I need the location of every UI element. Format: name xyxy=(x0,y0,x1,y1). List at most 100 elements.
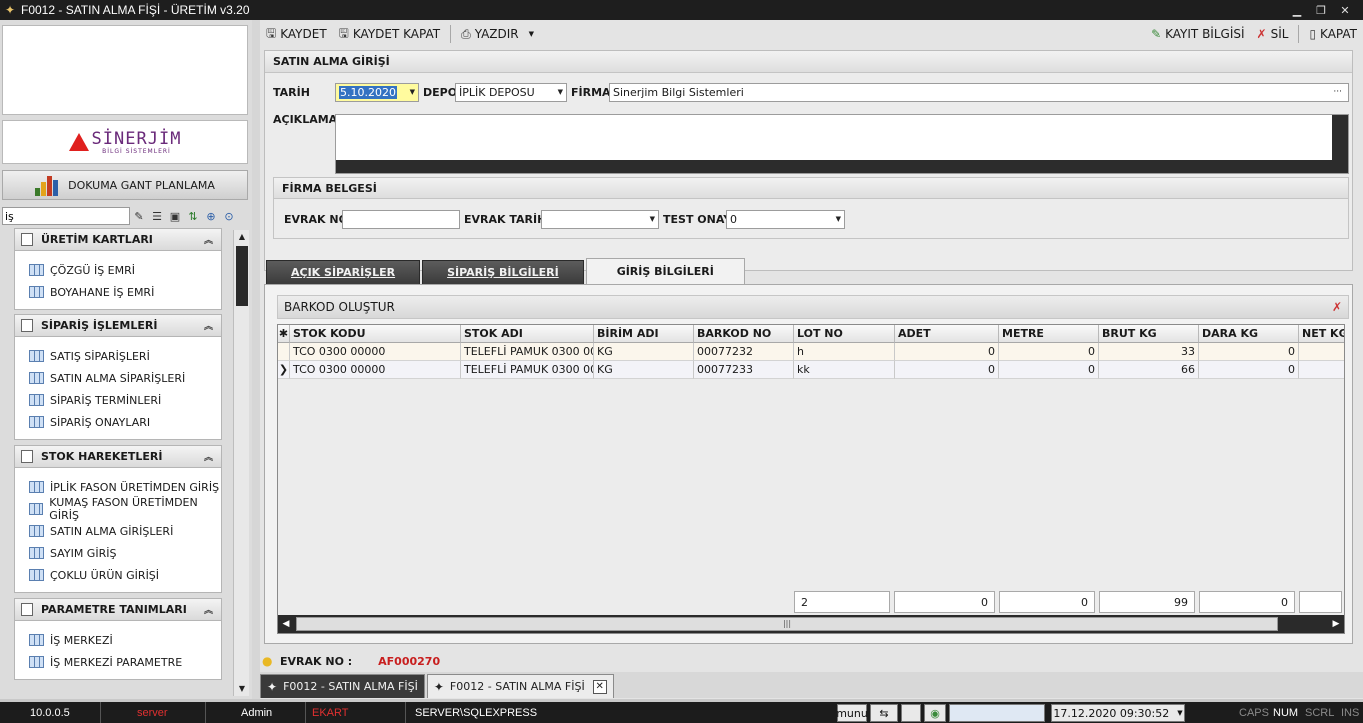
menu-group-siparis-islemleri: SİPARİŞ İŞLEMLERİ ︽ SATIŞ SİPARİŞLERİ SAT… xyxy=(14,314,222,440)
group-header[interactable]: STOK HAREKETLERİ ︽ xyxy=(15,446,221,468)
color-wheel-icon[interactable]: ◉ xyxy=(924,704,946,722)
ellipsis-button[interactable]: ··· xyxy=(1333,84,1342,101)
print-button[interactable]: ⎙ YAZDIR ▼ xyxy=(455,23,540,45)
row-indicator xyxy=(278,343,290,361)
clear-icon[interactable]: ✗ xyxy=(1332,300,1342,314)
save-button[interactable]: 🖫 KAYDET xyxy=(260,23,333,45)
status-tool-icon[interactable]: ⇆ xyxy=(870,704,898,722)
tab-giris-bilgileri[interactable]: GİRİŞ BİLGİLERİ xyxy=(585,258,745,284)
close-tab-icon[interactable]: ✕ xyxy=(592,679,607,694)
doc-tab-active[interactable]: ✦ F0012 - SATIN ALMA FİŞİ xyxy=(260,674,425,698)
doc-tab-second[interactable]: ✦ F0012 - SATIN ALMA FİŞİ ✕ xyxy=(426,674,614,698)
column-header[interactable]: BARKOD NO xyxy=(694,325,794,343)
minimize-icon[interactable]: ▁ xyxy=(1285,1,1309,19)
chevron-down-icon[interactable]: ▼ xyxy=(558,84,563,101)
group-header[interactable]: ÜRETİM KARTLARI ︽ xyxy=(15,229,221,251)
scroll-up-arrow-icon[interactable]: ▲ xyxy=(234,230,250,244)
dokuma-gant-button[interactable]: DOKUMA GANT PLANLAMA xyxy=(2,170,248,200)
firma-lookup-field[interactable]: Sinerjim Bilgi Sistemleri ··· xyxy=(609,83,1349,102)
save-close-button[interactable]: 🖫 KAYDET KAPAT xyxy=(333,23,446,45)
column-header[interactable]: BİRİM ADI xyxy=(594,325,694,343)
menu-item-satin-alma-girisleri[interactable]: SATIN ALMA GİRİŞLERİ xyxy=(15,520,221,542)
test-onay-select[interactable]: 0 ▼ xyxy=(726,210,845,229)
save-icon[interactable]: ▣ xyxy=(166,207,184,225)
close-button[interactable]: ▯ KAPAT xyxy=(1303,23,1363,45)
table-icon xyxy=(29,569,44,581)
collapse-icon[interactable]: ︽ xyxy=(204,233,213,246)
collapse-icon[interactable]: ︽ xyxy=(204,450,213,463)
menu-item-kumas-fason[interactable]: KUMAŞ FASON ÜRETİMDEN GİRİŞ xyxy=(15,496,221,522)
scroll-right-arrow-icon[interactable]: ▶ xyxy=(1328,615,1344,633)
table-icon xyxy=(29,503,44,515)
chevron-down-icon[interactable]: ▼ xyxy=(1177,709,1182,717)
menu-item-siparis-onaylari[interactable]: SİPARİŞ ONAYLARI xyxy=(15,411,221,433)
tab-siparis-bilgileri[interactable]: SİPARİŞ BİLGİLERİ xyxy=(422,260,584,284)
menu-item-is-merkezi-parametre[interactable]: İŞ MERKEZİ PARAMETRE xyxy=(15,651,221,673)
sort-icon[interactable]: ⇅ xyxy=(184,207,202,225)
column-header[interactable]: LOT NO xyxy=(794,325,895,343)
close-icon[interactable]: ✕ xyxy=(1333,1,1357,19)
column-header[interactable]: METRE xyxy=(999,325,1099,343)
scrollbar-thumb[interactable] xyxy=(236,246,248,306)
status-database: SERVER\SQLEXPRESS xyxy=(405,702,537,723)
group-header[interactable]: SİPARİŞ İŞLEMLERİ ︽ xyxy=(15,315,221,337)
memo-horizontal-scrollbar[interactable] xyxy=(336,160,1332,173)
menu-search-input[interactable] xyxy=(2,207,130,225)
menu-item-coklu-urun-girisi[interactable]: ÇOKLU ÜRÜN GİRİŞİ xyxy=(15,564,221,586)
menu-item-siparis-terminleri[interactable]: SİPARİŞ TERMİNLERİ xyxy=(15,389,221,411)
chevron-down-icon[interactable]: ▼ xyxy=(410,84,415,101)
menu-item-sayim-giris[interactable]: SAYIM GİRİŞ xyxy=(15,542,221,564)
scroll-up-icon[interactable]: ⊙ xyxy=(220,207,238,225)
menu-item-iplik-fason[interactable]: İPLİK FASON ÜRETİMDEN GİRİŞ xyxy=(15,476,221,498)
tarih-date-field[interactable]: 5.10.2020 ▼ xyxy=(335,83,419,102)
scroll-down-icon[interactable]: ⊕ xyxy=(202,207,220,225)
delete-button[interactable]: ✗ SİL xyxy=(1251,23,1295,45)
column-header[interactable]: ADET xyxy=(895,325,999,343)
group-header[interactable]: PARAMETRE TANIMLARI ︽ xyxy=(15,599,221,621)
menu-item-satin-alma-siparisleri[interactable]: SATIN ALMA SİPARİŞLERİ xyxy=(15,367,221,389)
scrollbar-thumb[interactable]: ||| xyxy=(296,617,1278,631)
aciklama-textarea[interactable] xyxy=(335,114,1349,174)
menu-item-cozgu-is-emri[interactable]: ÇÖZGÜ İŞ EMRİ xyxy=(15,259,221,281)
evrak-tarihi-field[interactable]: ▼ xyxy=(541,210,659,229)
table-row[interactable]: TCO 0300 00000 TELEFLİ PAMUK 0300 0000 K… xyxy=(278,343,1344,361)
collapse-icon[interactable]: ︽ xyxy=(204,319,213,332)
column-header[interactable]: NET KG xyxy=(1299,325,1344,343)
grid-horizontal-scrollbar[interactable]: ◀ ||| ▶ xyxy=(278,615,1344,633)
scroll-left-arrow-icon[interactable]: ◀ xyxy=(278,615,294,633)
table-row[interactable]: ❯ TCO 0300 00000 TELEFLİ PAMUK 0300 0000… xyxy=(278,361,1344,379)
record-info-button[interactable]: ✎ KAYIT BİLGİSİ xyxy=(1145,23,1250,45)
menu-item-satis-siparisleri[interactable]: SATIŞ SİPARİŞLERİ xyxy=(15,345,221,367)
table-icon xyxy=(29,350,44,362)
column-header[interactable]: DARA KG xyxy=(1199,325,1299,343)
depo-label: DEPO xyxy=(423,86,458,99)
eraser-icon[interactable]: ✎ xyxy=(130,207,148,225)
evrak-no-input[interactable] xyxy=(342,210,460,229)
column-chooser-icon[interactable]: ✱ xyxy=(278,325,290,343)
depo-select[interactable]: İPLİK DEPOSU ▼ xyxy=(455,83,567,102)
floppy-close-icon: 🖫 xyxy=(338,25,349,40)
restore-icon[interactable]: ❐ xyxy=(1309,1,1333,19)
logo-main-text: SİNERJİM xyxy=(91,128,182,149)
table-icon xyxy=(29,264,44,276)
footer-net-sum xyxy=(1299,591,1342,613)
form-icon: ✦ xyxy=(267,679,278,694)
main-area: 🖫 KAYDET 🖫 KAYDET KAPAT ⎙ YAZDIR ▼ ✎ KAYIT Bİ… xyxy=(260,20,1363,699)
status-blank-box xyxy=(901,704,921,722)
tab-acik-siparisler[interactable]: AÇIK SİPARİŞLER xyxy=(266,260,421,284)
panel-splitter[interactable] xyxy=(252,20,260,699)
status-datetime[interactable]: 17.12.2020 09:30:52 ▼ xyxy=(1051,704,1185,722)
menu-item-is-merkezi[interactable]: İŞ MERKEZİ xyxy=(15,629,221,651)
chevron-down-icon[interactable]: ▼ xyxy=(650,211,655,228)
column-header[interactable]: BRUT KG xyxy=(1099,325,1199,343)
table-icon xyxy=(29,286,44,298)
menu-scrollbar[interactable]: ▲ ▼ xyxy=(233,230,249,696)
menu-item-boyahane-is-emri[interactable]: BOYAHANE İŞ EMRİ xyxy=(15,281,221,303)
column-header[interactable]: STOK ADI xyxy=(461,325,594,343)
column-header[interactable]: STOK KODU xyxy=(290,325,461,343)
memo-vertical-scrollbar[interactable] xyxy=(1332,115,1348,173)
scroll-down-arrow-icon[interactable]: ▼ xyxy=(234,682,250,696)
collapse-icon[interactable]: ︽ xyxy=(204,603,213,616)
chevron-down-icon[interactable]: ▼ xyxy=(836,211,841,228)
list-icon[interactable]: ☰ xyxy=(148,207,166,225)
